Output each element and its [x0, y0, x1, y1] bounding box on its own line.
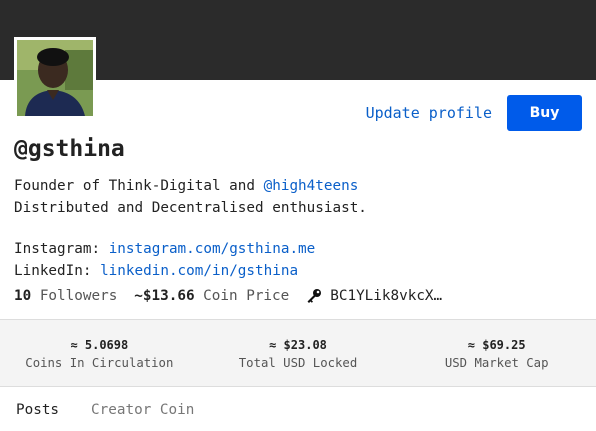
mention-link[interactable]: @high4teens	[264, 178, 359, 194]
instagram-link[interactable]: instagram.com/gsthina.me	[109, 241, 316, 257]
linkedin-link[interactable]: linkedin.com/in/gsthina	[100, 263, 298, 279]
buy-button[interactable]: Buy	[507, 95, 582, 131]
tab-creator-coin[interactable]: Creator Coin	[91, 402, 194, 418]
profile-stats: 10 Followers ~$13.66 Coin Price BC1YLik8…	[14, 288, 442, 304]
avatar[interactable]	[14, 37, 96, 119]
public-key[interactable]: BC1YLik8vkcX…	[330, 288, 442, 304]
profile-actions: Update profile Buy	[366, 95, 582, 131]
metric-label: USD Market Cap	[444, 356, 549, 370]
instagram-row: Instagram: instagram.com/gsthina.me	[14, 238, 315, 260]
metric-label: Coins In Circulation	[25, 356, 174, 370]
bio: Founder of Think-Digital and @high4teens…	[14, 175, 367, 219]
key-icon	[307, 289, 322, 303]
update-profile-link[interactable]: Update profile	[366, 104, 492, 122]
followers-count[interactable]: 10	[14, 288, 31, 304]
coin-metrics: ≈ 5.0698 Coins In Circulation ≈ $23.08 T…	[0, 319, 596, 387]
coin-price-value: ~$13.66	[134, 288, 195, 304]
metric-total-usd-locked: ≈ $23.08 Total USD Locked	[199, 320, 398, 386]
followers-label[interactable]: Followers	[40, 288, 117, 304]
metric-value: ≈ $69.25	[467, 338, 526, 352]
profile-tabs: Posts Creator Coin	[16, 402, 194, 418]
instagram-label: Instagram:	[14, 241, 109, 257]
linkedin-label: LinkedIn:	[14, 263, 101, 279]
avatar-image	[17, 40, 93, 116]
metric-value: ≈ $23.08	[269, 338, 327, 352]
metric-usd-market-cap: ≈ $69.25 USD Market Cap	[397, 320, 596, 386]
bio-line-1: Founder of Think-Digital and @high4teens	[14, 175, 367, 197]
bio-text: Founder of Think-Digital and	[14, 178, 264, 194]
coin-price-label: Coin Price	[203, 288, 290, 304]
metric-value: ≈ 5.0698	[70, 338, 129, 352]
username: @gsthina	[14, 136, 125, 162]
tab-posts[interactable]: Posts	[16, 402, 59, 418]
metric-label: Total USD Locked	[238, 356, 358, 370]
metric-coins-in-circulation: ≈ 5.0698 Coins In Circulation	[0, 320, 199, 386]
bio-line-2: Distributed and Decentralised enthusiast…	[14, 200, 367, 216]
social-links: Instagram: instagram.com/gsthina.me Link…	[14, 238, 315, 282]
linkedin-row: LinkedIn: linkedin.com/in/gsthina	[14, 260, 315, 282]
